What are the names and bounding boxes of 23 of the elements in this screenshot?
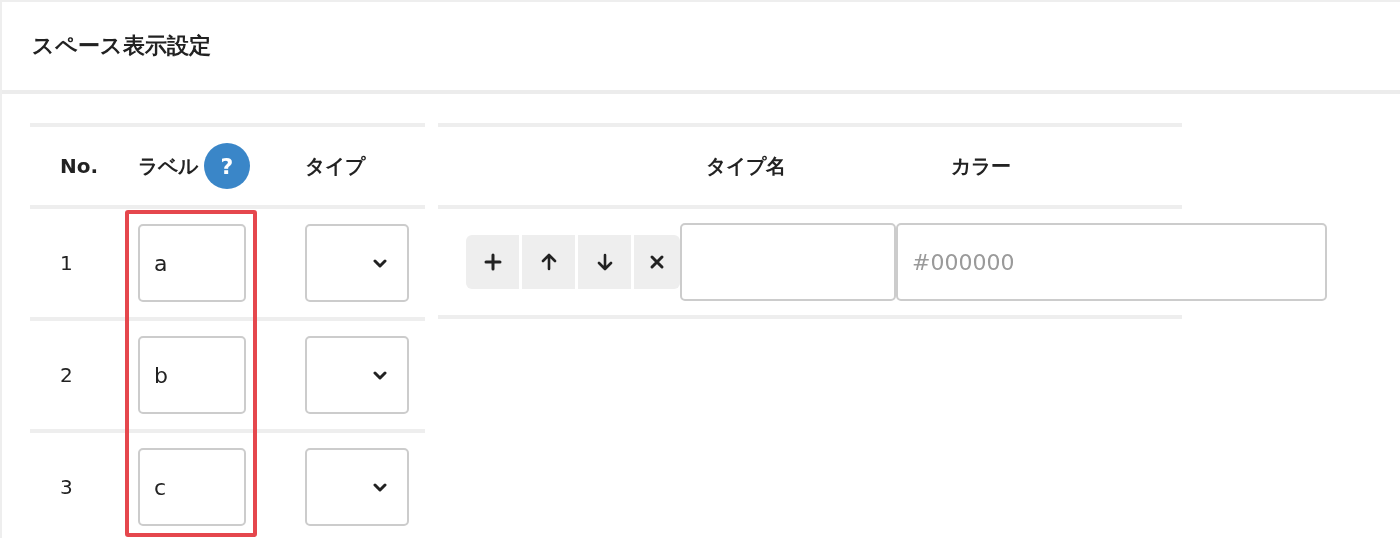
type-name-field[interactable]: [680, 223, 896, 301]
column-header: No.: [60, 154, 99, 178]
color-field[interactable]: #000000: [896, 223, 1327, 301]
column-header: ラベル: [138, 152, 198, 180]
row-number: 2: [60, 363, 73, 387]
plus-icon: [482, 252, 503, 272]
row-number: 1: [60, 251, 73, 275]
delete-button[interactable]: [634, 235, 680, 289]
column-header: タイプ: [305, 153, 365, 178]
panel-title: スペース表示設定: [32, 32, 211, 60]
chevron-icon: [373, 258, 387, 268]
move-up-button[interactable]: [522, 235, 575, 289]
help-icon[interactable]: ?: [204, 143, 250, 189]
chevron-icon: [373, 482, 387, 492]
label-field[interactable]: c: [138, 448, 246, 526]
add-button[interactable]: [466, 235, 519, 289]
chevron-icon: [373, 370, 387, 380]
row-number: 3: [60, 475, 73, 499]
column-header: タイプ名: [706, 153, 786, 178]
column-header: カラー: [951, 153, 1011, 178]
label-field[interactable]: b: [138, 336, 246, 414]
move-down-button[interactable]: [578, 235, 631, 289]
label-field[interactable]: a: [138, 224, 246, 302]
